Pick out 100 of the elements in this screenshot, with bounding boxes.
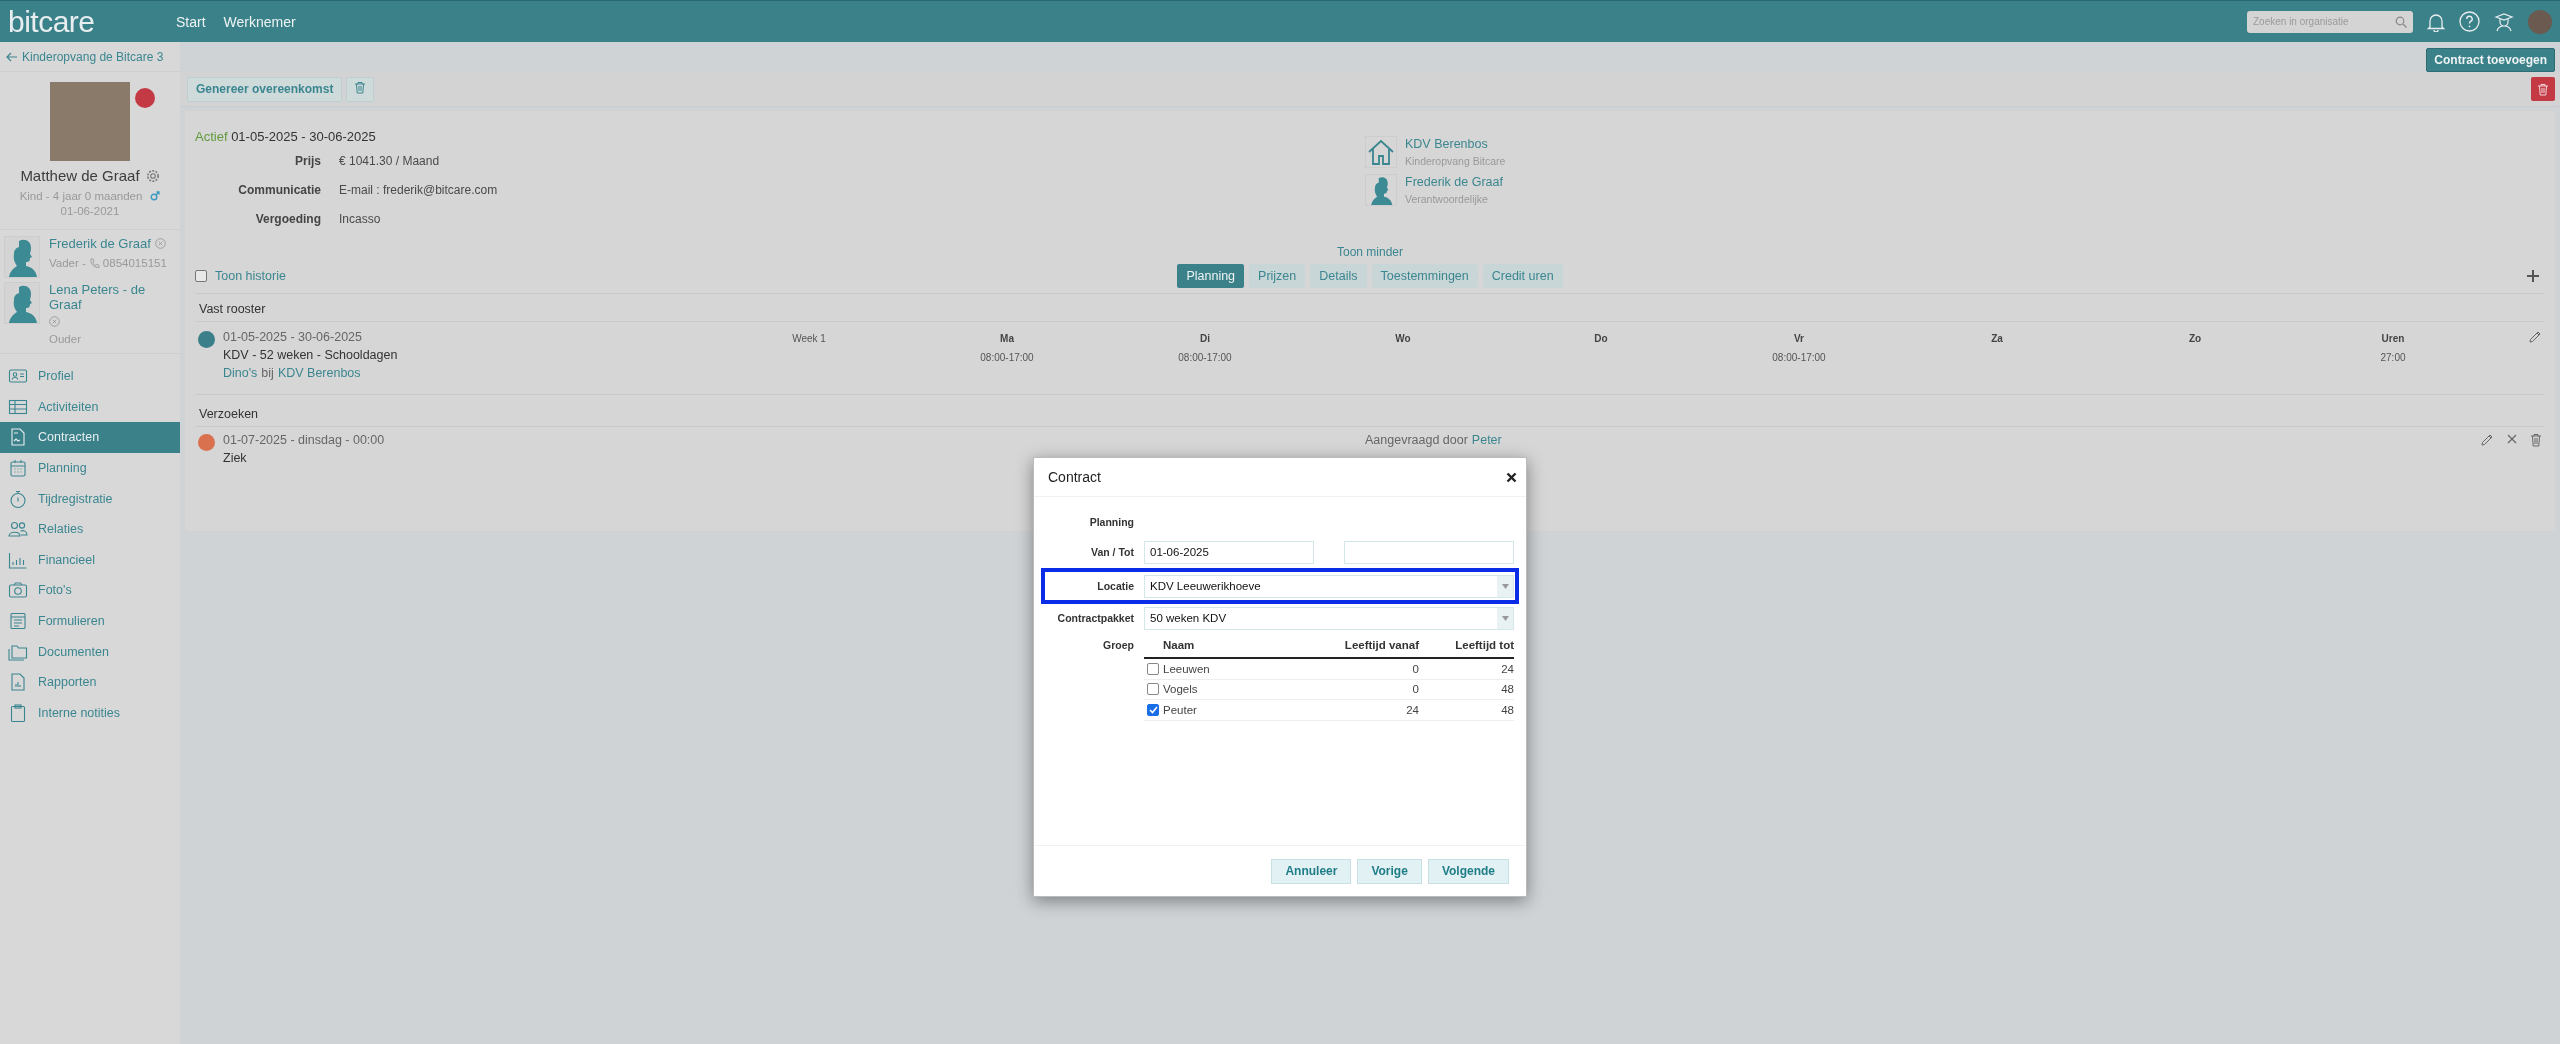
help-icon[interactable] [2459,11,2480,32]
delete-button[interactable] [346,76,375,102]
group-checkbox[interactable]: Vogels [1144,683,1309,696]
day-time: 08:00-17:00 [1772,352,1826,363]
field-value: € 1041.30 / Maand [339,153,440,168]
column-header: Naam [1162,639,1196,651]
checkmark-icon [1148,705,1158,714]
dialog-button[interactable]: Volgende [1427,858,1509,884]
location-link[interactable]: KDV Berenbos [277,366,361,380]
relation-name[interactable]: Lena Peters - de Graaf [49,282,174,312]
menu-item[interactable]: Activiteiten [0,391,180,423]
menu-item[interactable]: Profiel [0,361,180,392]
menu-item[interactable]: Planning [0,452,180,484]
pencil-icon[interactable] [2480,433,2494,447]
camera-icon [8,580,28,601]
trash-icon[interactable] [2530,433,2542,447]
responsible-link[interactable]: Frederik de Graaf [1405,175,1503,189]
child-name: Matthew de Graaf [20,167,140,184]
logo[interactable]: bitcare [8,6,176,37]
hours-header: Uren [2381,333,2405,344]
requester-link[interactable]: Peter [1471,433,1502,447]
dropdown[interactable]: KDV Leeuwerikhoeve [1144,574,1514,598]
hours-value: 27:00 [2380,352,2406,363]
table-cell-text: 48 [1500,703,1514,716]
settings-icon[interactable] [145,168,160,183]
location-link[interactable]: KDV Berenbos [1405,137,1506,151]
delete-button[interactable] [2531,77,2555,101]
dialog-title: Contract [1048,469,1101,485]
person-silhouette-icon [4,282,40,324]
date-field[interactable] [1344,540,1514,564]
search-icon [2395,15,2407,28]
person-silhouette-icon [1365,174,1397,206]
house-icon [1365,136,1397,168]
table-cell-text: 24 [1500,662,1514,675]
person-silhouette-icon [4,236,40,278]
section-label: Planning [1088,516,1134,528]
menu-item[interactable]: Foto's [0,575,180,606]
day-header: Di [1200,333,1210,344]
field-label: Van / Tot [1090,546,1134,558]
menu-item[interactable]: Interne notities [0,697,180,729]
field-value: E-mail : frederik@bitcare.com [339,182,498,197]
field-label: Vergoeding [254,211,321,226]
group-checkbox[interactable]: Leeuwen [1144,662,1309,675]
show-history-checkbox[interactable]: Toon historie [195,269,286,283]
close-icon[interactable] [1506,471,1517,483]
menu-item[interactable]: Rapporten [0,666,180,698]
phone-number: 0854015151 [102,257,167,269]
bell-icon[interactable] [2427,11,2445,32]
tab[interactable]: Prijzen [1249,264,1306,288]
nav-link[interactable]: Start [176,13,206,30]
tab[interactable]: Credit uren [1482,264,1563,288]
dropdown[interactable]: 50 weken KDV [1144,606,1514,630]
people-icon [8,519,28,540]
date-field[interactable]: 01-06-2025 [1144,540,1314,564]
back-link[interactable]: Kinderopvang de Bitcare 3 [0,42,180,72]
group-link[interactable]: Dino's [223,366,258,380]
relation-role: Vader - [49,257,86,269]
responsible-role: Verantwoordelijke [1405,193,1489,205]
report-icon [8,672,28,693]
table-cell-text: 0 [1411,662,1419,675]
generate-agreement-button[interactable]: Genereer overeenkomst [187,76,343,102]
caret-icon [1501,583,1509,589]
menu-item[interactable]: Documenten [0,636,180,667]
form-icon [8,611,28,632]
caret-icon [1501,615,1509,621]
day-time: 08:00-17:00 [1178,352,1232,363]
menu-item[interactable]: Relaties [0,513,180,545]
table-cell-text: 24 [1405,703,1419,716]
menu-item[interactable]: Formulieren [0,605,180,637]
pencil-icon[interactable] [2528,330,2542,344]
add-contract-button[interactable]: Contract toevoegen [2426,48,2555,72]
table-cell-text: 48 [1500,683,1514,696]
birth-date: 01-06-2021 [60,205,120,217]
nav-link[interactable]: Werknemer [223,13,296,30]
show-less-link[interactable]: Toon minder [1336,245,1403,259]
package-name: KDV - 52 weken - Schooldagen [223,348,398,362]
field-value: Incasso [339,211,381,226]
tab[interactable]: Toestemmingen [1371,264,1478,288]
graduate-icon[interactable] [2494,11,2514,32]
menu-item[interactable]: Tijdregistratie [0,483,180,514]
section-title: Vast rooster [195,294,2545,322]
organisation-name: Kinderopvang Bitcare [1405,155,1506,167]
tab[interactable]: Planning [1177,264,1245,288]
field-label: Locatie [1096,580,1134,592]
dialog-button[interactable]: Annuleer [1271,858,1352,884]
dialog-button[interactable]: Vorige [1357,858,1422,884]
trash-icon [2537,82,2549,96]
connector-text: bij [261,366,274,380]
field-label: Prijs [294,153,321,168]
group-checkbox[interactable]: Peuter [1144,703,1309,716]
requested-by-label: Aangevraagd door [1365,433,1468,447]
menu-item[interactable]: Contracten [0,422,180,453]
trash-icon [354,81,367,94]
week-label: Week 1 [792,333,826,344]
tab[interactable]: Details [1310,264,1367,288]
add-icon[interactable] [2526,269,2540,283]
relation-name[interactable]: Frederik de Graaf [49,236,151,251]
menu-item[interactable]: Financieel [0,544,180,576]
table-cell-text: 0 [1411,683,1419,696]
field-label: Groep [1102,639,1134,651]
